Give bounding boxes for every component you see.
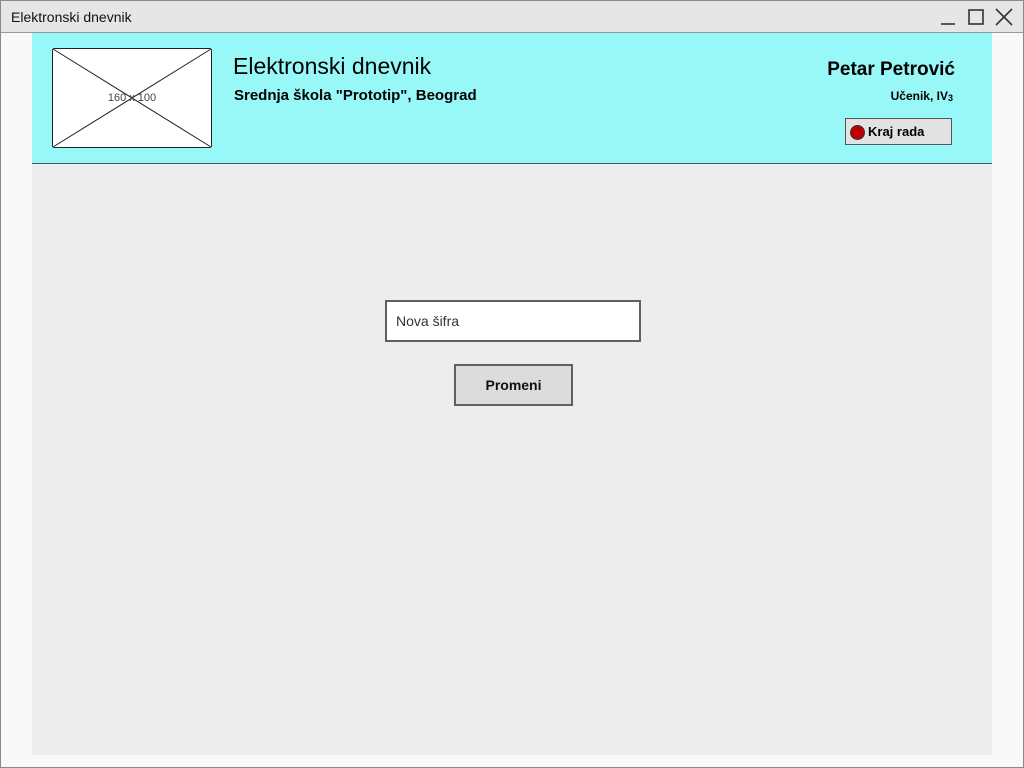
change-password-button[interactable]: Promeni [454, 364, 573, 406]
maximize-icon[interactable] [965, 6, 987, 28]
main-content: 160 x 100 Elektronski dnevnik Srednja šk… [32, 33, 992, 755]
close-icon[interactable] [993, 6, 1015, 28]
logout-button[interactable]: Kraj rada [845, 118, 952, 145]
minimize-icon[interactable] [937, 6, 959, 28]
title-bar: Elektronski dnevnik [1, 1, 1023, 33]
logo-size-label: 160 x 100 [107, 92, 157, 104]
window-title: Elektronski dnevnik [11, 9, 132, 25]
logout-label: Kraj rada [868, 124, 925, 139]
user-role-label: Učenik, IV [890, 89, 948, 103]
school-name: Srednja škola "Prototip", Beograd [234, 87, 477, 104]
app-window: Elektronski dnevnik 160 x 100 Elektronsk… [0, 0, 1024, 768]
new-password-input[interactable] [385, 300, 641, 342]
user-role: Učenik, IV3 [891, 89, 953, 103]
user-class-number: 3 [947, 93, 953, 103]
app-title: Elektronski dnevnik [233, 53, 432, 79]
user-name: Petar Petrović [827, 59, 955, 80]
logo-placeholder: 160 x 100 [52, 48, 212, 148]
page-header: 160 x 100 Elektronski dnevnik Srednja šk… [32, 33, 992, 164]
stop-icon [850, 125, 865, 140]
